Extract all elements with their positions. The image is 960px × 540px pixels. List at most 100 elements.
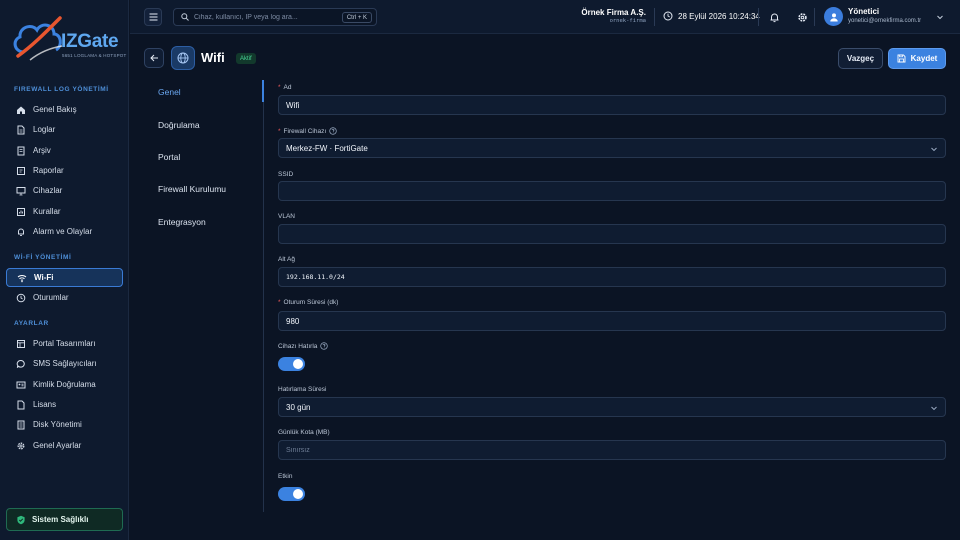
required-marker: * [278, 127, 281, 135]
wifi-icon [17, 274, 27, 282]
user-icon [829, 12, 838, 21]
settings-gear-icon[interactable] [797, 12, 808, 23]
required-marker: * [278, 299, 281, 306]
sidebar-item-portal-tasarimlari[interactable]: Portal Tasarımları [6, 334, 123, 353]
search-icon [181, 13, 189, 21]
user-email: yonetici@ornekfirma.com.tr [848, 18, 922, 24]
sidebar-item-kimlik-dogrulama[interactable]: Kimlik Doğrulama [6, 375, 123, 394]
vlan-label: VLAN [278, 213, 295, 220]
toggle-knob [293, 489, 303, 499]
tab-dogrulama[interactable]: Doğrulama [158, 120, 258, 130]
search-shortcut-hint: Ctrl + K [341, 12, 372, 23]
sidebar-item-lisans[interactable]: Lisans [6, 395, 123, 414]
system-health-status[interactable]: Sistem Sağlıklı [6, 508, 123, 531]
sidebar-item-label: Genel Ayarlar [33, 441, 82, 450]
sidebar-item-genel-bakis[interactable]: Genel Bakış [6, 100, 123, 119]
help-circle-icon[interactable] [329, 127, 337, 135]
firewall-select[interactable]: Merkez-FW · FortiGate [278, 138, 946, 158]
name-input[interactable]: Wifi [278, 95, 946, 115]
sidebar-item-oturumlar[interactable]: Oturumlar [6, 288, 123, 307]
health-label: Sistem Sağlıklı [32, 515, 89, 524]
remember-device-toggle[interactable] [278, 357, 305, 371]
section-title-ayarlar: AYARLAR [14, 320, 49, 327]
enabled-label: Etkin [278, 473, 293, 480]
sidebar-item-label: Arşiv [33, 146, 51, 155]
save-icon [897, 54, 906, 63]
bell-icon [18, 228, 24, 236]
brand-logo[interactable]: IZGate 5651 LOGLAMA & HOTSPOT [10, 12, 126, 68]
company-name: Örnek Firma A.Ş. [581, 8, 646, 17]
sidebar-item-label: Alarm ve Olaylar [33, 227, 93, 236]
notification-bell-icon[interactable] [769, 12, 780, 23]
chevron-down-icon [931, 406, 937, 411]
company-switcher[interactable]: Örnek Firma A.Ş. ornek-firma [581, 8, 646, 24]
status-badge: Aktif [236, 53, 256, 64]
save-button[interactable]: Kaydet [888, 48, 946, 69]
sidebar-item-alarm-ve-olaylar[interactable]: Alarm ve Olaylar [6, 222, 123, 241]
company-code: ornek-firma [609, 18, 646, 24]
datetime-display: 28 Eylül 2026 10:24:34 [663, 11, 760, 21]
rules-icon [17, 207, 25, 216]
daily-quota-input[interactable]: Sınırsız [278, 440, 946, 460]
sidebar-item-arsiv[interactable]: Arşiv [6, 141, 123, 160]
report-icon [17, 166, 25, 175]
layout-icon [17, 339, 25, 348]
sidebar-item-disk-yonetimi[interactable]: Disk Yönetimi [6, 415, 123, 434]
menu-toggle-button[interactable] [144, 8, 162, 26]
global-search[interactable]: Ctrl + K [173, 8, 377, 26]
form-tabs: Genel Doğrulama Portal Firewall Kurulumu… [144, 80, 264, 512]
clock-icon [663, 11, 673, 21]
cancel-button[interactable]: Vazgeç [838, 48, 883, 69]
back-button[interactable] [144, 48, 164, 68]
sidebar-item-label: Lisans [33, 400, 57, 409]
user-avatar[interactable] [824, 7, 843, 26]
chevron-down-icon[interactable] [936, 13, 944, 21]
remember-duration-select[interactable]: 30 gün [278, 397, 946, 417]
sidebar-item-cihazlar[interactable]: Cihazlar [6, 181, 123, 200]
page-title: Wifi [201, 50, 225, 65]
enabled-toggle[interactable] [278, 487, 305, 501]
tab-genel[interactable]: Genel [158, 87, 258, 97]
tab-portal[interactable]: Portal [158, 152, 258, 162]
chevron-down-icon [931, 147, 937, 152]
brand-tagline: 5651 LOGLAMA & HOTSPOT [62, 53, 127, 58]
sidebar-item-label: Loglar [33, 125, 56, 134]
sidebar-item-sms-saglayicilari[interactable]: SMS Sağlayıcıları [6, 354, 123, 373]
session-duration-input[interactable]: 980 [278, 311, 946, 331]
sidebar-item-label: SMS Sağlayıcıları [33, 359, 97, 368]
vlan-input[interactable] [278, 224, 946, 244]
search-input[interactable] [194, 13, 344, 21]
brand-name: IZGate [61, 31, 119, 52]
datetime-text: 28 Eylül 2026 10:24:34 [678, 11, 760, 21]
subnet-label: Alt Ağ [278, 256, 295, 263]
ssid-input[interactable] [278, 181, 946, 201]
firewall-label: * Firewall Cihazı [278, 127, 337, 135]
help-circle-icon[interactable] [320, 342, 329, 350]
daily-quota-label: Günlük Kota (MB) [278, 429, 330, 436]
topbar-divider [654, 8, 655, 26]
topbar-divider [814, 8, 815, 26]
tab-entegrasyon[interactable]: Entegrasyon [158, 217, 258, 227]
tab-firewall-kurulumu[interactable]: Firewall Kurulumu [158, 184, 258, 194]
topbar-divider [758, 8, 759, 26]
message-icon [16, 359, 25, 368]
sidebar-item-label: Kimlik Doğrulama [33, 380, 96, 389]
archive-icon [17, 146, 25, 155]
sidebar-item-kurallar[interactable]: Kurallar [6, 202, 123, 221]
sidebar-item-raporlar[interactable]: Raporlar [6, 161, 123, 180]
section-title-firewall: FIREWALL LOG YÖNETİMİ [14, 86, 109, 93]
sidebar-item-wifi[interactable]: Wi-Fi [6, 268, 123, 287]
sidebar-item-loglar[interactable]: Loglar [6, 120, 123, 139]
firewall-select-value: Merkez-FW · FortiGate [286, 143, 368, 153]
disk-icon [17, 420, 25, 429]
shield-check-icon [17, 515, 25, 524]
subnet-input[interactable]: 192.168.11.0/24 [278, 267, 946, 287]
sidebar-item-label: Raporlar [33, 166, 64, 175]
sidebar-item-label: Kurallar [33, 207, 61, 216]
remember-duration-value: 30 gün [286, 402, 311, 412]
hamburger-icon [149, 13, 157, 21]
toggle-knob [293, 359, 303, 369]
sidebar-item-genel-ayarlar[interactable]: Genel Ayarlar [6, 436, 123, 455]
arrow-left-icon [149, 54, 158, 62]
user-menu[interactable]: Yönetici yonetici@ornekfirma.com.tr [848, 7, 921, 24]
